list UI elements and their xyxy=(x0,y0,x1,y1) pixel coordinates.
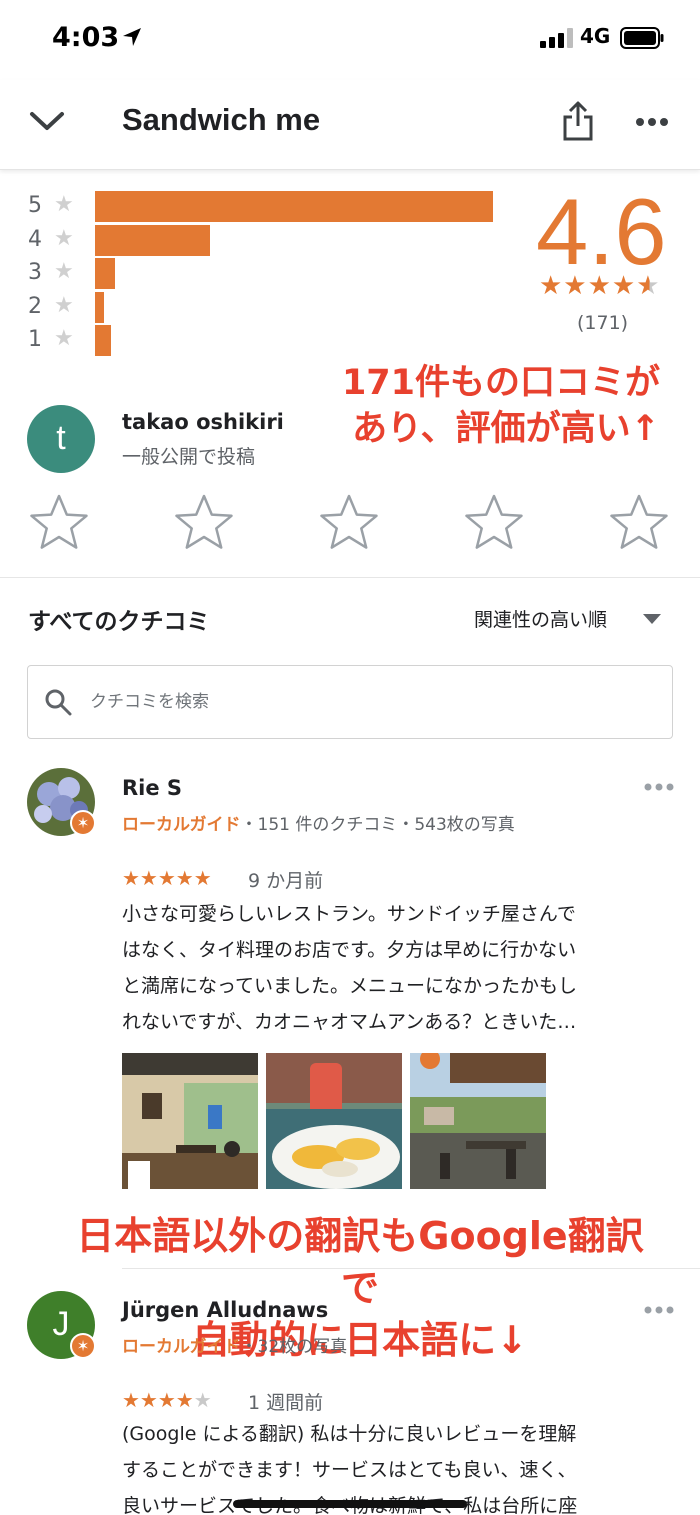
share-icon[interactable] xyxy=(560,100,596,142)
review-stars: ★★★★★ xyxy=(122,866,212,890)
local-guide-label: ローカルガイド xyxy=(122,815,241,835)
review-time: 1 週間前 xyxy=(248,1392,324,1414)
rate-stars xyxy=(24,492,674,558)
reviewer-meta: ローカルガイド・32枚の写真 xyxy=(122,1332,347,1357)
chevron-down-icon[interactable] xyxy=(28,106,66,136)
local-guide-badge-icon: ✶ xyxy=(70,810,96,836)
review-time: 9 か月前 xyxy=(248,870,324,892)
review-search-box[interactable] xyxy=(27,665,673,739)
review-line: することができます！サービスはとても良い、速く、 xyxy=(122,1459,577,1481)
network-label: 4G xyxy=(580,24,611,48)
review-count: (171) xyxy=(577,312,629,334)
histogram-row: 2 ★ xyxy=(24,289,504,323)
star-icon: ★ xyxy=(54,292,74,318)
histogram-row: 5 ★ xyxy=(24,188,504,222)
star-outline-icon[interactable] xyxy=(463,492,525,554)
app-header: Sandwich me xyxy=(0,80,700,170)
section-title: すべてのクチコミ xyxy=(28,609,210,635)
review-stars: ★★★★★ xyxy=(122,1388,212,1412)
more-icon[interactable] xyxy=(643,1305,675,1315)
annotation-rating-note: 171件もの口コミが あり、評価が高い↑ xyxy=(300,360,660,452)
status-bar: 4:03 4G xyxy=(0,0,700,80)
reviewer-stats: ・151 件のクチコミ・543枚の写真 xyxy=(240,815,515,835)
reviewer-name[interactable]: Jürgen Alludnaws xyxy=(122,1298,328,1322)
histogram-bar xyxy=(95,291,104,323)
reviewer-stats: ・32枚の写真 xyxy=(240,1337,348,1357)
star-icon: ★ xyxy=(54,225,74,251)
average-rating: 4.6 xyxy=(536,179,667,284)
review-line: (Google による翻訳) 私は十分に良いレビューを理解 xyxy=(122,1423,577,1445)
histogram-star-number: 3 xyxy=(28,260,42,285)
caret-down-icon[interactable] xyxy=(643,614,661,624)
star-outline-icon[interactable] xyxy=(173,492,235,554)
search-input[interactable] xyxy=(90,686,650,718)
histogram-star-number: 5 xyxy=(28,193,42,218)
sort-dropdown[interactable]: 関連性の高い順 xyxy=(474,605,607,632)
signal-icon xyxy=(540,28,573,48)
reviewer-meta: ローカルガイド・151 件のクチコミ・543枚の写真 xyxy=(122,810,515,835)
location-arrow-icon xyxy=(123,28,141,46)
review-photo[interactable] xyxy=(410,1053,546,1189)
review-line: れないですが、カオニャオマムアンある？ときいた… xyxy=(122,1011,577,1033)
review-line: と満席になっていました。メニューになかったかもし xyxy=(122,975,578,997)
status-time: 4:03 xyxy=(52,22,120,53)
average-stars: ★★★★★ xyxy=(539,271,661,301)
annotation-line: あり、評価が高い↑ xyxy=(352,409,660,449)
more-icon[interactable] xyxy=(634,116,670,128)
histogram-bar xyxy=(95,258,115,289)
star-icon: ★ xyxy=(54,259,74,284)
local-guide-badge-icon: ✶ xyxy=(70,1333,96,1359)
reviewer-name[interactable]: Rie S xyxy=(122,776,182,800)
star-icon: ★ xyxy=(54,192,74,217)
histogram-row: 3 ★ xyxy=(24,255,504,289)
user-name: takao oshikiri xyxy=(122,410,284,434)
divider xyxy=(0,577,700,578)
histogram-star-number: 4 xyxy=(28,226,42,252)
histogram-star-number: 1 xyxy=(28,327,42,352)
histogram-star-number: 2 xyxy=(28,293,42,319)
histogram-bar xyxy=(95,224,210,256)
review-text[interactable]: 小さな可愛らしいレストラン。サンドイッチ屋さんで はなく、タイ料理のお店です。夕… xyxy=(122,896,662,1040)
home-indicator[interactable] xyxy=(233,1500,467,1508)
review-photo[interactable] xyxy=(266,1053,402,1189)
page-title: Sandwich me xyxy=(122,102,321,137)
review-line: 小さな可愛らしいレストラン。サンドイッチ屋さんで xyxy=(122,903,576,925)
star-icon: ★ xyxy=(54,326,74,351)
histogram-row: 4 ★ xyxy=(24,222,504,256)
star-outline-icon[interactable] xyxy=(608,492,670,554)
local-guide-label: ローカルガイド xyxy=(122,1337,241,1357)
search-icon xyxy=(45,689,72,716)
review-line: はなく、タイ料理のお店です。夕方は早めに行かない xyxy=(122,939,577,961)
histogram-row: 1 ★ xyxy=(24,322,504,356)
histogram-bar xyxy=(95,325,111,356)
star-outline-icon[interactable] xyxy=(318,492,380,554)
user-subtitle: 一般公開で投稿 xyxy=(122,446,256,468)
review-photo[interactable] xyxy=(122,1053,258,1189)
battery-icon xyxy=(620,27,664,49)
star-outline-icon[interactable] xyxy=(28,492,90,554)
avatar[interactable]: t xyxy=(27,405,95,473)
rating-histogram: 5 ★ 4 ★ 3 ★ 2 ★ 1 ★ xyxy=(24,188,504,356)
histogram-bar xyxy=(95,191,493,222)
more-icon[interactable] xyxy=(643,782,675,792)
annotation-line: 171件もの口コミが xyxy=(341,363,660,403)
